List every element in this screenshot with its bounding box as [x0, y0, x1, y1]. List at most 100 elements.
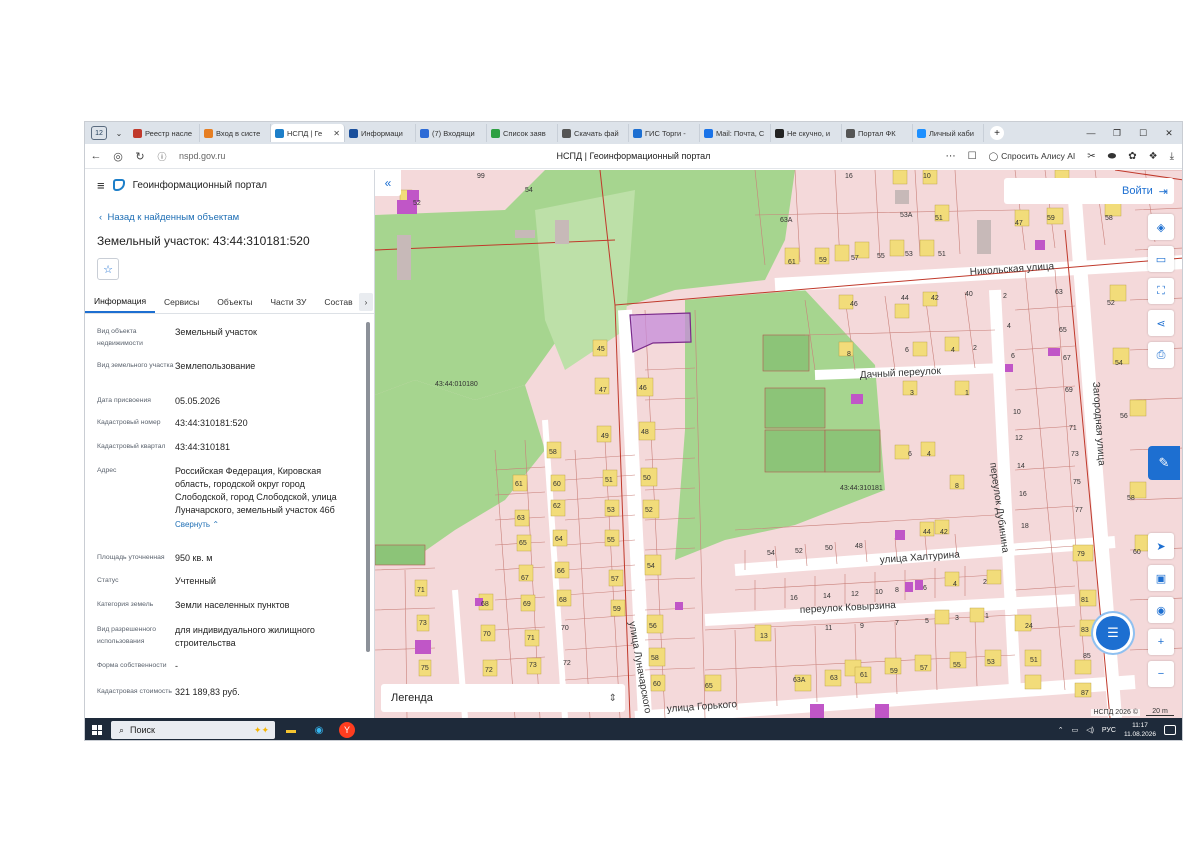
back-to-results-link[interactable]: ‹ Назад к найденным объектам [99, 212, 239, 223]
draw-icon: ✎ [1158, 455, 1170, 470]
browser-tab[interactable]: Скачать фай [558, 124, 629, 142]
edge-browser-icon[interactable]: ◉ [307, 718, 331, 740]
share-button[interactable]: ⋖ [1148, 310, 1174, 336]
tab-count-badge[interactable]: 12 [91, 126, 107, 140]
panel-scrollbar[interactable] [366, 322, 370, 652]
close-window-icon[interactable]: ✕ [1156, 122, 1182, 144]
browser-tab[interactable]: (7) Входящи [416, 124, 487, 142]
svg-text:42: 42 [931, 295, 939, 302]
property-value: 950 кв. м [175, 553, 213, 563]
svg-text:61: 61 [515, 481, 523, 488]
browser-tab[interactable]: Вход в систе [200, 124, 271, 142]
ruler-button[interactable]: ▭ [1148, 246, 1174, 272]
tab-composition[interactable]: Состав [315, 297, 361, 313]
svg-text:67: 67 [521, 575, 529, 582]
url-field[interactable]: nspd.gov.ru [179, 151, 225, 161]
tab-objects[interactable]: Объекты [208, 297, 261, 313]
taskbar-search[interactable]: ⌕ Поиск ✦✦ [111, 721, 275, 739]
browser-tab[interactable]: ГИС Торги - [629, 124, 700, 142]
map-canvas[interactable]: 454749 46485052 54565860 58606264 666870… [375, 170, 1183, 718]
close-tab-icon[interactable]: ✕ [333, 129, 340, 138]
extensions-icon[interactable]: ✿ [1128, 151, 1136, 162]
more-icon[interactable]: ⋯ [946, 151, 956, 162]
property-row: Вид разрешенного использования для индив… [85, 624, 365, 650]
double-chevron-left-icon: « [384, 176, 392, 190]
shopping-icon[interactable]: ⬬ [1108, 151, 1117, 162]
tab-list-chevron-icon[interactable]: ⌄ [109, 125, 129, 141]
minimize-icon[interactable]: — [1078, 122, 1104, 144]
locate-button[interactable]: ➤ [1148, 533, 1174, 559]
basemap-button[interactable]: ▣ [1148, 565, 1174, 591]
svg-text:48: 48 [641, 429, 649, 436]
start-button[interactable] [85, 718, 109, 740]
chat-assistant-button[interactable]: ☰ [1096, 616, 1130, 650]
legend-dropdown[interactable]: Легенда ⇕ [381, 684, 625, 712]
ask-alice-button[interactable]: ◯ Спросить Алису AI [989, 151, 1076, 162]
tabs-next-icon[interactable]: › [359, 293, 373, 311]
property-label: Статус [97, 577, 119, 584]
svg-text:4: 4 [953, 581, 957, 588]
translate-icon[interactable]: ✂ [1087, 151, 1095, 162]
svg-text:51: 51 [1030, 657, 1038, 664]
language-indicator[interactable]: РУС [1102, 727, 1116, 734]
svg-text:47: 47 [1015, 220, 1023, 227]
restore-icon[interactable]: ❐ [1104, 122, 1130, 144]
tab-parts[interactable]: Части ЗУ [261, 297, 315, 313]
tray-chevron-icon[interactable]: ⌃ [1058, 726, 1064, 734]
file-explorer-icon[interactable]: ▬ [279, 718, 303, 740]
browser-tab[interactable]: Список заяв [487, 124, 558, 142]
forest-parcel [375, 544, 426, 566]
cadastral-map[interactable]: 45 47 49 46 48 50 52 54 56 58 60 58 60 62 64 66 68 70… [375, 170, 1183, 718]
svg-text:54: 54 [647, 563, 655, 570]
network-icon[interactable]: ▭ [1072, 726, 1079, 734]
svg-text:42: 42 [940, 529, 948, 536]
menu-icon[interactable]: ≡ [97, 178, 105, 193]
navigation-arrow-icon: ➤ [1156, 540, 1166, 553]
volume-icon[interactable]: ◁) [1086, 726, 1094, 734]
select-area-button[interactable]: ⛶ [1148, 278, 1174, 304]
browser-tab[interactable]: Информаци [345, 124, 416, 142]
download-icon[interactable]: ⤓ [1170, 151, 1174, 162]
back-arrow-icon[interactable]: ← [85, 150, 107, 162]
yandex-browser-icon[interactable]: Y [335, 718, 359, 740]
object-title: Земельный участок: 43:44:310181:520 [97, 234, 310, 248]
clock[interactable]: 11:17 11.08.2026 [1124, 721, 1156, 739]
login-button[interactable]: Войти ⇥ [1004, 178, 1174, 204]
alice-icon: ◯ [988, 150, 999, 161]
browser-tab-active[interactable]: НСПД | Ге ✕ [271, 124, 345, 142]
browser-tab[interactable]: Реестр насле [129, 124, 200, 142]
browser-tab[interactable]: Не скучно, и [771, 124, 842, 142]
print-button[interactable]: ⎙ [1148, 342, 1174, 368]
printer-icon: ⎙ [1156, 348, 1166, 361]
svg-text:12: 12 [851, 591, 859, 598]
collections-icon[interactable]: ❖ [1149, 151, 1158, 162]
collapse-panel-button[interactable]: « [375, 170, 401, 196]
browser-tab[interactable]: Портал ФК [842, 124, 913, 142]
bookmark-icon[interactable]: ☐ [968, 151, 977, 162]
forest-parcel [824, 429, 881, 473]
svg-text:52: 52 [1107, 300, 1115, 307]
layers-button[interactable]: ◈ [1148, 214, 1174, 240]
draw-button[interactable]: ✎ [1148, 446, 1180, 480]
favorite-star-button[interactable]: ☆ [97, 258, 119, 280]
svg-text:10: 10 [875, 589, 883, 596]
browser-tab[interactable]: Mail: Почта, С [700, 124, 771, 142]
browser-tab[interactable]: Личный каби [913, 124, 984, 142]
svg-text:8: 8 [955, 483, 959, 490]
new-tab-icon[interactable]: + [990, 126, 1004, 140]
site-info-icon[interactable]: ⓘ [151, 150, 173, 163]
reload-icon[interactable]: ↻ [129, 150, 151, 163]
collapse-link[interactable]: Свернуть ⌃ [175, 518, 355, 531]
svg-text:50: 50 [643, 475, 651, 482]
collapse-label: Свернуть [175, 520, 211, 529]
zoom-out-button[interactable]: − [1148, 661, 1174, 687]
location-button[interactable]: ◉ [1148, 597, 1174, 623]
svg-text:46: 46 [639, 385, 647, 392]
maximize-icon[interactable]: ☐ [1130, 122, 1156, 144]
shield-icon[interactable]: ◎ [107, 150, 129, 163]
tab-services[interactable]: Сервисы [155, 297, 208, 313]
tab-label: Портал ФК [858, 128, 896, 138]
tab-information[interactable]: Информация [85, 296, 156, 313]
zoom-in-button[interactable]: + [1148, 629, 1174, 655]
notifications-icon[interactable] [1164, 725, 1176, 735]
